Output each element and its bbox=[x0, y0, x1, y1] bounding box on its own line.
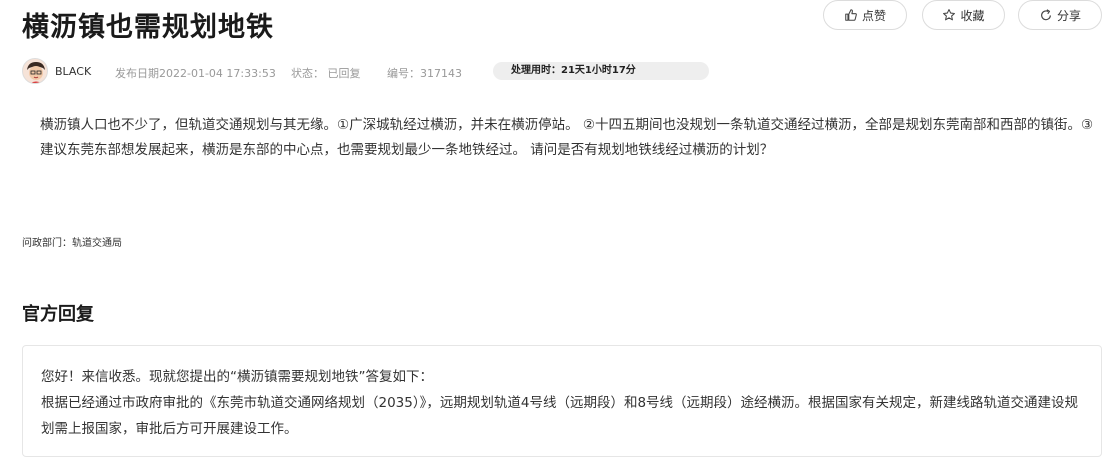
star-icon bbox=[943, 9, 956, 21]
official-reply-heading: 官方回复 bbox=[22, 304, 94, 325]
ticket-number: 编号：317143 bbox=[387, 67, 462, 80]
page-title: 横沥镇也需规划地铁 bbox=[22, 12, 274, 43]
like-label: 点赞 bbox=[861, 8, 886, 23]
avatar bbox=[22, 58, 48, 84]
favorite-button[interactable]: 收藏 bbox=[922, 0, 1005, 30]
avatar-face-icon bbox=[23, 59, 47, 83]
favorite-label: 收藏 bbox=[960, 8, 985, 23]
meta-bar: BLACK 发布日期2022-01-04 17:33:53 状态： 已回复 编号… bbox=[22, 57, 1102, 87]
reply-line-greeting: 您好！来信收悉。现就您提出的“横沥镇需要规划地铁”答复如下： bbox=[41, 369, 433, 385]
status-text: 状态： 已回复 bbox=[291, 67, 361, 80]
processing-time-badge: 处理用时：21天1小时17分 bbox=[493, 62, 709, 80]
processing-time-text: 处理用时：21天1小时17分 bbox=[511, 65, 636, 76]
question-body: 横沥镇人口也不少了，但轨道交通规划与其无缘。①广深城轨经过横沥，并未在横沥停站。… bbox=[40, 117, 1094, 158]
share-button[interactable]: 分享 bbox=[1018, 0, 1102, 30]
user-name: BLACK bbox=[55, 65, 92, 78]
share-label: 分享 bbox=[1056, 8, 1081, 23]
reply-line-content: 根据已经通过市政府审批的《东莞市轨道交通网络规划（2035）》，远期规划轨道4号… bbox=[41, 395, 1079, 437]
official-reply-box: 您好！来信收悉。现就您提出的“横沥镇需要规划地铁”答复如下： 根据已经通过市政府… bbox=[22, 345, 1102, 457]
thumbs-up-icon bbox=[845, 9, 857, 21]
reply-body: 您好！来信收悉。现就您提出的“横沥镇需要规划地铁”答复如下： 根据已经通过市政府… bbox=[41, 364, 1091, 442]
publish-date: 发布日期2022-01-04 17:33:53 bbox=[115, 67, 276, 80]
share-icon bbox=[1041, 9, 1051, 21]
like-button[interactable]: 点赞 bbox=[823, 0, 907, 30]
department-label: 问政部门：轨道交通局 bbox=[22, 238, 122, 249]
